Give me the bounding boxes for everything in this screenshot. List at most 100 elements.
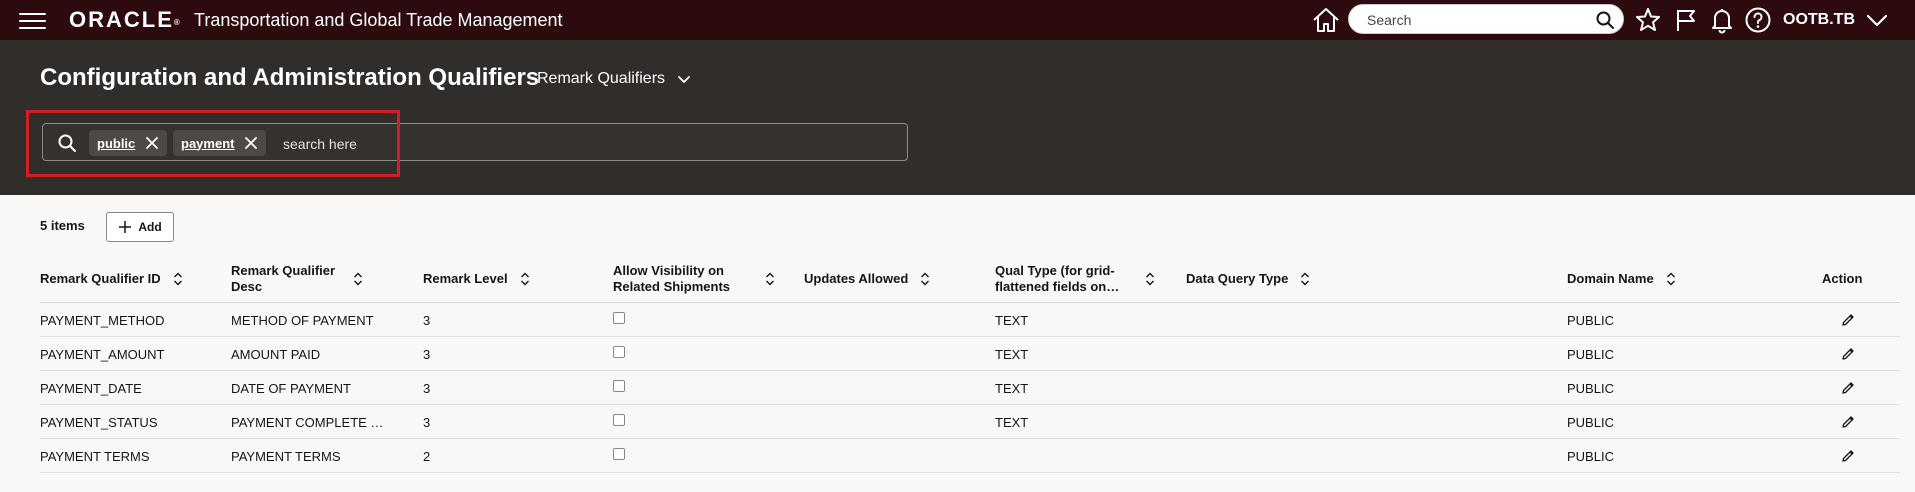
column-header[interactable]: Data Query Type xyxy=(1186,255,1486,303)
page-title: Configuration and Administration Qualifi… xyxy=(40,64,540,91)
cell-remark-level: 3 xyxy=(423,312,431,328)
allow-visibility-checkbox[interactable] xyxy=(613,346,625,358)
table-row[interactable]: PAYMENT_STATUS PAYMENT COMPLETE … 3 TEXT… xyxy=(40,405,1900,439)
cell-remark-level: 3 xyxy=(423,346,431,362)
column-header[interactable]: Remark Level xyxy=(423,255,603,303)
sort-icon[interactable] xyxy=(353,272,363,286)
table-row[interactable]: PAYMENT_AMOUNT AMOUNT PAID 3 TEXT PUBLIC xyxy=(40,337,1900,371)
allow-visibility-checkbox[interactable] xyxy=(613,414,625,426)
cell-qual-type: TEXT xyxy=(995,346,1029,362)
cell-qualifier-id: PAYMENT_DATE xyxy=(40,380,142,396)
page-header: Configuration and Administration Qualifi… xyxy=(0,40,1915,195)
cell-qualifier-id: PAYMENT_METHOD xyxy=(40,312,165,328)
help-icon[interactable] xyxy=(1744,6,1772,34)
cell-allow-visibility xyxy=(613,405,793,439)
star-icon[interactable] xyxy=(1634,6,1662,34)
cell-qualifier-desc: METHOD OF PAYMENT xyxy=(231,312,374,328)
cell-qualifier-desc: PAYMENT TERMS xyxy=(231,448,341,464)
table-header-row: Remark Qualifier ID Remark Qualifier Des… xyxy=(40,255,1900,303)
global-search-input[interactable] xyxy=(1365,5,1589,35)
cell-qualifier-desc: DATE OF PAYMENT xyxy=(231,380,351,396)
close-icon[interactable] xyxy=(145,136,159,150)
cell-action xyxy=(1840,439,1870,473)
cell-qual-type: TEXT xyxy=(995,414,1029,430)
column-header[interactable]: Updates Allowed xyxy=(804,255,984,303)
allow-visibility-checkbox[interactable] xyxy=(613,312,625,324)
search-icon[interactable] xyxy=(1595,10,1615,30)
home-icon[interactable] xyxy=(1311,6,1341,34)
bell-icon[interactable] xyxy=(1708,6,1736,34)
cell-qual-type: TEXT xyxy=(995,312,1029,328)
oracle-logo: ORACLE® xyxy=(69,7,180,32)
cell-domain-name: PUBLIC xyxy=(1567,448,1614,464)
cell-qual-type: TEXT xyxy=(995,380,1029,396)
allow-visibility-checkbox[interactable] xyxy=(613,448,625,460)
column-header[interactable]: Allow Visibility on Related Shipments xyxy=(613,255,803,303)
cell-allow-visibility xyxy=(613,337,793,371)
search-icon xyxy=(58,134,76,152)
close-icon[interactable] xyxy=(244,136,258,150)
cell-remark-level: 3 xyxy=(423,414,431,430)
flag-icon[interactable] xyxy=(1672,6,1700,34)
pencil-icon[interactable] xyxy=(1840,312,1856,328)
column-header-action: Action xyxy=(1822,271,1863,286)
cell-action xyxy=(1840,337,1870,371)
sort-icon[interactable] xyxy=(1666,272,1676,286)
column-header[interactable]: Qual Type (for grid-flattened fields on… xyxy=(995,255,1185,303)
cell-data-query-type xyxy=(1186,303,1486,337)
sort-icon[interactable] xyxy=(520,272,530,286)
cell-qualifier-id: PAYMENT_STATUS xyxy=(40,414,158,430)
filter-chip-public[interactable]: public xyxy=(89,130,168,156)
app-title: Transportation and Global Trade Manageme… xyxy=(194,10,563,30)
sort-icon[interactable] xyxy=(1300,272,1310,286)
filter-search-bar: public payment xyxy=(42,123,908,161)
cell-updates-allowed xyxy=(804,337,984,371)
pencil-icon[interactable] xyxy=(1840,448,1856,464)
user-menu-label[interactable]: OOTB.TB xyxy=(1783,10,1855,30)
cell-data-query-type xyxy=(1186,337,1486,371)
cell-updates-allowed xyxy=(804,439,984,473)
cell-updates-allowed xyxy=(804,405,984,439)
allow-visibility-checkbox[interactable] xyxy=(613,380,625,392)
cell-domain-name: PUBLIC xyxy=(1567,346,1614,362)
chevron-down-icon xyxy=(678,75,691,83)
sort-icon[interactable] xyxy=(920,272,930,286)
cell-data-query-type xyxy=(1186,371,1486,405)
cell-updates-allowed xyxy=(804,371,984,405)
menu-icon[interactable] xyxy=(19,13,46,29)
filter-search-input[interactable] xyxy=(281,130,885,158)
cell-domain-name: PUBLIC xyxy=(1567,312,1614,328)
cell-qualifier-id: PAYMENT_AMOUNT xyxy=(40,346,165,362)
table-row[interactable]: PAYMENT TERMS PAYMENT TERMS 2 PUBLIC xyxy=(40,439,1900,473)
cell-allow-visibility xyxy=(613,371,793,405)
table-row[interactable]: PAYMENT_METHOD METHOD OF PAYMENT 3 TEXT … xyxy=(40,303,1900,337)
column-header[interactable]: Remark Qualifier ID xyxy=(40,255,220,303)
add-button[interactable]: Add xyxy=(106,212,174,242)
cell-qualifier-id: PAYMENT TERMS xyxy=(40,448,150,464)
cell-action xyxy=(1840,371,1870,405)
sort-icon[interactable] xyxy=(765,272,775,286)
filter-chip-label[interactable]: payment xyxy=(181,136,234,151)
column-header[interactable]: Remark Qualifier Desc xyxy=(231,255,411,303)
plus-icon xyxy=(119,221,132,233)
cell-action xyxy=(1840,405,1870,439)
cell-domain-name: PUBLIC xyxy=(1567,380,1614,396)
pencil-icon[interactable] xyxy=(1840,414,1856,430)
chevron-down-icon[interactable] xyxy=(1865,10,1889,30)
cell-qual-type xyxy=(995,439,1175,473)
filter-chip-payment[interactable]: payment xyxy=(173,130,267,156)
filter-chip-label[interactable]: public xyxy=(97,136,135,151)
pencil-icon[interactable] xyxy=(1840,346,1856,362)
sort-icon[interactable] xyxy=(1145,272,1155,286)
cell-data-query-type xyxy=(1186,439,1486,473)
table-row[interactable]: PAYMENT_DATE DATE OF PAYMENT 3 TEXT PUBL… xyxy=(40,371,1900,405)
pencil-icon[interactable] xyxy=(1840,380,1856,396)
cell-qualifier-desc: AMOUNT PAID xyxy=(231,346,321,362)
subtitle-label: Remark Qualifiers xyxy=(537,70,666,87)
column-header[interactable]: Domain Name xyxy=(1567,255,1767,303)
sort-icon[interactable] xyxy=(173,272,183,286)
cell-updates-allowed xyxy=(804,303,984,337)
subtitle-dropdown[interactable]: Remark Qualifiers xyxy=(537,69,691,89)
cell-remark-level: 3 xyxy=(423,380,431,396)
cell-domain-name: PUBLIC xyxy=(1567,414,1614,430)
